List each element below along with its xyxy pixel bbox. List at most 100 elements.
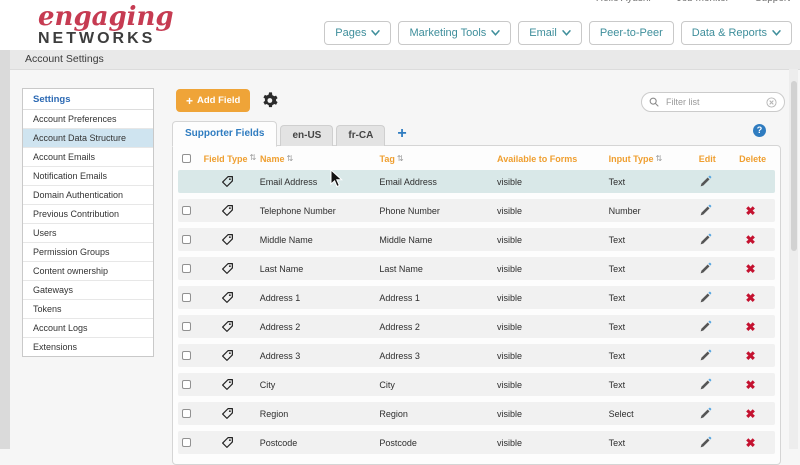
- delete-x-icon: ✖: [746, 436, 756, 450]
- tag-icon: [221, 233, 234, 246]
- edit-button[interactable]: [699, 320, 712, 333]
- cell-available-to-forms: visible: [493, 235, 605, 245]
- cell-tag: Address 1: [375, 293, 493, 303]
- column-header-name[interactable]: Name⇅: [256, 154, 376, 164]
- table-row-postcode: Postcode Postcode visible Text ✖: [178, 431, 775, 454]
- add-tab-button[interactable]: +: [395, 125, 408, 146]
- clear-filter-icon[interactable]: [766, 97, 777, 108]
- column-header-edit[interactable]: Edit⇅: [684, 154, 726, 164]
- tab-en-us[interactable]: en-US: [280, 125, 333, 146]
- sidebar-item-label: Domain Authentication: [33, 190, 123, 200]
- column-header-input-type[interactable]: Input Type⇅: [605, 154, 685, 164]
- row-checkbox[interactable]: [182, 235, 191, 244]
- nav-button-marketing-tools[interactable]: Marketing Tools: [398, 21, 511, 45]
- delete-x-icon: ✖: [746, 320, 756, 334]
- scrollbar[interactable]: [789, 69, 798, 449]
- sidebar-item-account-preferences[interactable]: Account Preferences: [23, 110, 153, 129]
- main-nav: Pages Marketing Tools Email Peer-to-Peer…: [324, 21, 792, 45]
- delete-button[interactable]: ✖: [746, 350, 756, 362]
- delete-button[interactable]: ✖: [746, 205, 756, 217]
- scrollbar-thumb[interactable]: [791, 81, 797, 251]
- cell-name: Postcode: [256, 438, 376, 448]
- delete-button[interactable]: ✖: [746, 321, 756, 333]
- cell-input-type: Text: [605, 177, 685, 187]
- tag-icon: [221, 204, 234, 217]
- nav-button-pages[interactable]: Pages: [324, 21, 391, 45]
- logo[interactable]: engaging NETWORKS: [38, 4, 174, 47]
- edit-button[interactable]: [699, 291, 712, 304]
- delete-button[interactable]: ✖: [746, 437, 756, 449]
- topbar-link-support[interactable]: Support: [755, 0, 790, 4]
- row-checkbox[interactable]: [182, 380, 191, 389]
- sidebar-item-account-logs[interactable]: Account Logs: [23, 319, 153, 338]
- nav-button-peer-to-peer[interactable]: Peer-to-Peer: [589, 21, 674, 45]
- column-header-field-type[interactable]: Field Type⇅: [200, 154, 256, 164]
- column-header-delete[interactable]: Delete⇅: [726, 154, 775, 164]
- row-checkbox[interactable]: [182, 264, 191, 273]
- help-icon[interactable]: ?: [753, 124, 766, 137]
- left-gutter: [0, 50, 10, 449]
- add-field-label: Add Field: [197, 95, 240, 106]
- sidebar-item-account-data-structure[interactable]: Account Data Structure: [23, 129, 153, 148]
- column-header-available-to-forms[interactable]: Available to Forms⇅: [493, 154, 605, 164]
- row-checkbox[interactable]: [182, 351, 191, 360]
- row-checkbox[interactable]: [182, 409, 191, 418]
- delete-button[interactable]: ✖: [746, 292, 756, 304]
- sidebar-item-label: Notification Emails: [33, 171, 107, 181]
- pencil-icon: [699, 204, 712, 217]
- tag-icon: [221, 407, 234, 420]
- column-header-tag[interactable]: Tag⇅: [375, 154, 493, 164]
- sidebar-item-gateways[interactable]: Gateways: [23, 281, 153, 300]
- cell-name: Address 1: [256, 293, 376, 303]
- nav-button-data-reports[interactable]: Data & Reports: [681, 21, 792, 45]
- gear-icon[interactable]: [261, 92, 278, 109]
- sidebar-item-permission-groups[interactable]: Permission Groups: [23, 243, 153, 262]
- edit-button[interactable]: [699, 407, 712, 420]
- row-checkbox[interactable]: [182, 322, 191, 331]
- pencil-icon: [699, 320, 712, 333]
- delete-button[interactable]: ✖: [746, 408, 756, 420]
- select-all-checkbox[interactable]: [182, 154, 191, 163]
- cell-name: Middle Name: [256, 235, 376, 245]
- nav-button-email[interactable]: Email: [518, 21, 582, 45]
- logo-word-engaging: engaging: [38, 4, 174, 30]
- delete-x-icon: ✖: [746, 407, 756, 421]
- edit-button[interactable]: [699, 436, 712, 449]
- nav-button-label: Pages: [335, 27, 366, 39]
- table-row-telephone-number: Telephone Number Phone Number visible Nu…: [178, 199, 775, 222]
- delete-button[interactable]: ✖: [746, 234, 756, 246]
- chevron-down-icon: [562, 30, 571, 36]
- filter-input[interactable]: [664, 96, 761, 108]
- edit-button[interactable]: [699, 204, 712, 217]
- add-field-button[interactable]: + Add Field: [176, 89, 250, 112]
- sidebar-item-users[interactable]: Users: [23, 224, 153, 243]
- row-checkbox[interactable]: [182, 206, 191, 215]
- sidebar-item-tokens[interactable]: Tokens: [23, 300, 153, 319]
- edit-button[interactable]: [699, 349, 712, 362]
- edit-button[interactable]: [699, 378, 712, 391]
- sidebar-item-previous-contribution[interactable]: Previous Contribution: [23, 205, 153, 224]
- sidebar-item-label: Gateways: [33, 285, 73, 295]
- pencil-icon: [699, 291, 712, 304]
- sidebar-item-notification-emails[interactable]: Notification Emails: [23, 167, 153, 186]
- row-checkbox[interactable]: [182, 438, 191, 447]
- tab-fr-ca[interactable]: fr-CA: [336, 125, 385, 146]
- cell-name: Email Address: [256, 177, 376, 187]
- topbar-link-hello-ayushi[interactable]: Hello Ayushi: [596, 0, 651, 4]
- topbar-link-job-monitor[interactable]: Job monitor: [677, 0, 729, 4]
- cell-input-type: Number: [605, 206, 685, 216]
- sidebar-item-content-ownership[interactable]: Content ownership: [23, 262, 153, 281]
- delete-button[interactable]: ✖: [746, 379, 756, 391]
- sidebar-item-account-emails[interactable]: Account Emails: [23, 148, 153, 167]
- tab-supporter-fields[interactable]: Supporter Fields: [172, 121, 277, 147]
- sidebar-item-domain-authentication[interactable]: Domain Authentication: [23, 186, 153, 205]
- sidebar-item-label: Previous Contribution: [33, 209, 119, 219]
- delete-button[interactable]: ✖: [746, 263, 756, 275]
- edit-button[interactable]: [699, 233, 712, 246]
- edit-button[interactable]: [699, 175, 712, 188]
- sidebar-item-extensions[interactable]: Extensions: [23, 338, 153, 356]
- edit-button[interactable]: [699, 262, 712, 275]
- cell-input-type: Text: [605, 235, 685, 245]
- pencil-icon: [699, 378, 712, 391]
- row-checkbox[interactable]: [182, 293, 191, 302]
